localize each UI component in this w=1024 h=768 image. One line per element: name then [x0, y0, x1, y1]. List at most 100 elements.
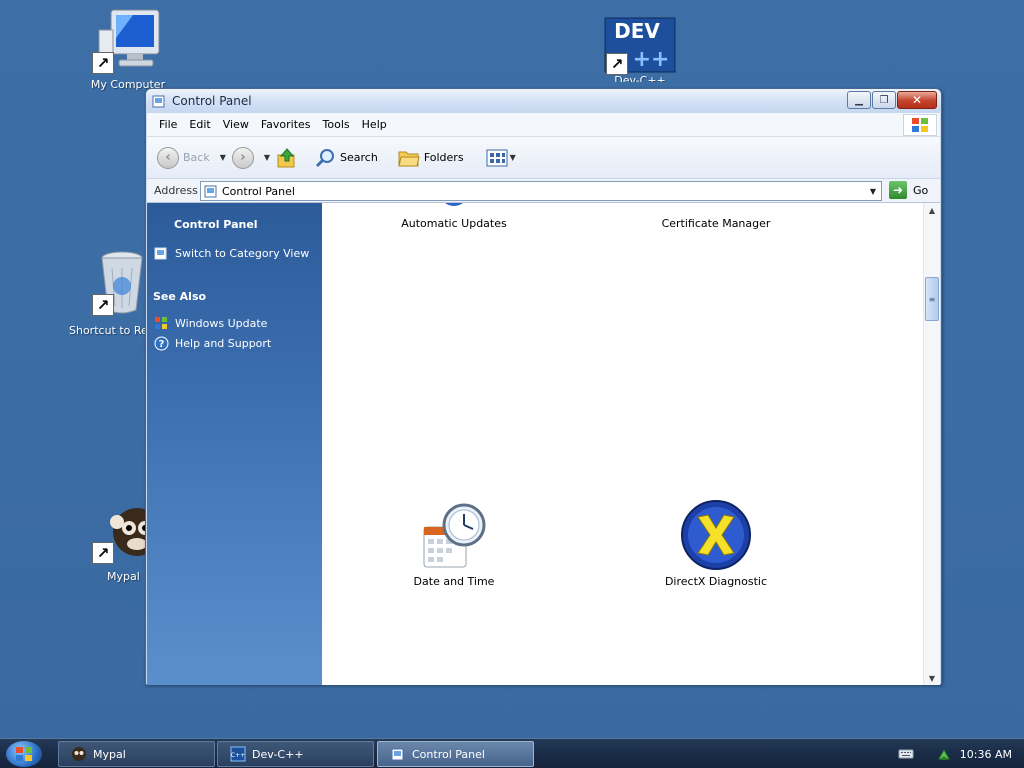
- taskbar-item-dev-cpp[interactable]: C++ Dev-C++: [217, 741, 374, 767]
- menu-view[interactable]: View: [217, 115, 255, 134]
- desktop-icon-label: Shortcut to Re: [69, 324, 148, 337]
- side-panel: Control Panel Switch to Category View Se…: [147, 203, 322, 685]
- address-value: Control Panel: [222, 184, 295, 198]
- close-button[interactable]: ✕: [897, 91, 937, 109]
- taskbar-item-mypal[interactable]: Mypal: [58, 741, 215, 767]
- taskbar-item-label: Mypal: [93, 747, 126, 761]
- network-icon[interactable]: [936, 746, 952, 762]
- certificate-manager-icon: [676, 203, 756, 217]
- search-button[interactable]: Search: [314, 147, 378, 169]
- views-dropdown-icon: ▼: [509, 153, 516, 162]
- title-bar[interactable]: Control Panel ▁ ❐ ✕: [146, 89, 941, 113]
- svg-text:?: ?: [158, 339, 164, 350]
- address-dropdown-icon[interactable]: ▼: [865, 182, 881, 200]
- keyboard-icon[interactable]: [898, 748, 914, 760]
- windows-update-label: Windows Update: [175, 316, 268, 330]
- dev-logo-text: DEV: [614, 19, 660, 43]
- search-label: Search: [340, 151, 378, 164]
- menu-bar: File Edit View Favorites Tools Help: [147, 113, 940, 137]
- address-field[interactable]: Control Panel ▼: [200, 181, 882, 201]
- windows-logo: [903, 114, 937, 136]
- toolbar: ‹ Back ▼ › ▼ Search Folders ▼: [147, 137, 940, 179]
- menu-help[interactable]: Help: [356, 115, 393, 134]
- taskbar-item-control-panel[interactable]: Control Panel: [377, 741, 534, 767]
- back-label: Back: [183, 151, 210, 164]
- folder-up-icon: [277, 147, 295, 167]
- svg-text:++: ++: [633, 47, 670, 72]
- help-icon: ?: [153, 335, 169, 351]
- windows-flag-icon: [16, 747, 32, 761]
- go-arrow-icon: ➜: [889, 181, 907, 199]
- desktop-icon-label: Mypal: [107, 570, 140, 583]
- item-label: Automatic Updates: [401, 217, 507, 230]
- window-title: Control Panel: [172, 94, 252, 108]
- folders-icon: [398, 151, 420, 166]
- back-arrow-icon: ‹: [157, 146, 179, 169]
- menu-file[interactable]: File: [153, 115, 183, 134]
- menu-edit[interactable]: Edit: [183, 115, 216, 134]
- control-panel-icon: [204, 185, 217, 198]
- system-tray: 10:36 AM: [898, 739, 1024, 768]
- windows-update-link[interactable]: Windows Update: [153, 315, 267, 331]
- item-label: DirectX Diagnostic: [664, 575, 768, 588]
- item-automatic-updates[interactable]: Automatic Updates: [374, 203, 534, 230]
- maximize-button[interactable]: ❐: [872, 91, 896, 109]
- forward-dropdown-icon[interactable]: ▼: [264, 153, 270, 162]
- views-button[interactable]: ▼: [486, 149, 522, 167]
- clock[interactable]: 10:36 AM: [960, 748, 1012, 761]
- shortcut-arrow-icon: ↗: [92, 542, 114, 564]
- search-icon: [315, 148, 335, 167]
- help-and-support-link[interactable]: ? Help and Support: [153, 335, 271, 351]
- control-panel-icon: [152, 95, 165, 108]
- start-button[interactable]: [6, 741, 42, 767]
- see-also-heading: See Also: [153, 290, 207, 303]
- menu-favorites[interactable]: Favorites: [255, 115, 317, 134]
- help-and-support-label: Help and Support: [175, 336, 272, 350]
- side-panel-heading: Control Panel: [174, 218, 258, 231]
- windows-update-icon: [153, 315, 169, 331]
- switch-category-view-label: Switch to Category View: [175, 246, 310, 260]
- folders-label: Folders: [423, 151, 464, 164]
- go-label: Go: [913, 183, 929, 197]
- scroll-up-icon[interactable]: ▲: [924, 203, 940, 217]
- up-button[interactable]: [276, 147, 298, 169]
- views-icon: [486, 149, 508, 166]
- shortcut-arrow-icon: ↗: [606, 53, 628, 75]
- shortcut-arrow-icon: ↗: [92, 294, 114, 316]
- recycle-bin-icon: [101, 251, 143, 314]
- menu-tools[interactable]: Tools: [317, 115, 356, 134]
- desktop-icon-dev-cpp[interactable]: DEV ++ ↗ Dev-C++: [585, 16, 695, 82]
- desktop-icon-my-computer[interactable]: ↗ My Computer: [73, 8, 183, 91]
- forward-arrow-icon: ›: [231, 146, 254, 169]
- minimize-icon: ▁: [855, 94, 863, 106]
- maximize-icon: ❐: [879, 94, 889, 106]
- directx-icon: [681, 500, 751, 570]
- date-time-icon: [423, 503, 486, 568]
- windows-flag-icon: [912, 118, 928, 132]
- close-icon: ✕: [911, 93, 923, 107]
- vertical-scrollbar[interactable]: ▲ ≡ ▼: [923, 203, 940, 685]
- item-directx-diagnostic[interactable]: DirectX Diagnostic: [636, 497, 796, 588]
- address-bar: Address Control Panel ▼ ➜ Go: [147, 179, 940, 203]
- control-panel-items: Automatic Updates Certificate Manager Da…: [322, 203, 923, 685]
- svg-text:C++: C++: [231, 752, 245, 759]
- taskbar: Mypal C++ Dev-C++ Control Panel 10:36 AM: [0, 738, 1024, 768]
- back-button[interactable]: ‹ Back: [157, 146, 210, 169]
- item-date-and-time[interactable]: Date and Time: [374, 497, 534, 588]
- shortcut-arrow-icon: ↗: [92, 52, 114, 74]
- scroll-thumb[interactable]: ≡: [925, 277, 939, 321]
- control-panel-window: Control Panel ▁ ❐ ✕ File Edit View Favor…: [145, 88, 942, 685]
- back-dropdown-icon[interactable]: ▼: [220, 153, 226, 162]
- automatic-updates-icon: [445, 203, 463, 206]
- go-button[interactable]: ➜ Go: [889, 181, 928, 199]
- scroll-down-icon[interactable]: ▼: [924, 671, 940, 685]
- address-label: Address: [154, 184, 198, 197]
- switch-category-view-link[interactable]: Switch to Category View: [153, 245, 309, 261]
- control-panel-icon: [390, 746, 406, 762]
- minimize-button[interactable]: ▁: [847, 91, 871, 109]
- control-panel-icon: [153, 245, 169, 261]
- desktop-icon-label: Dev-C++: [614, 74, 666, 82]
- folders-button[interactable]: Folders: [398, 148, 464, 168]
- forward-button[interactable]: ›: [231, 146, 254, 169]
- item-certificate-manager[interactable]: Certificate Manager: [636, 203, 796, 230]
